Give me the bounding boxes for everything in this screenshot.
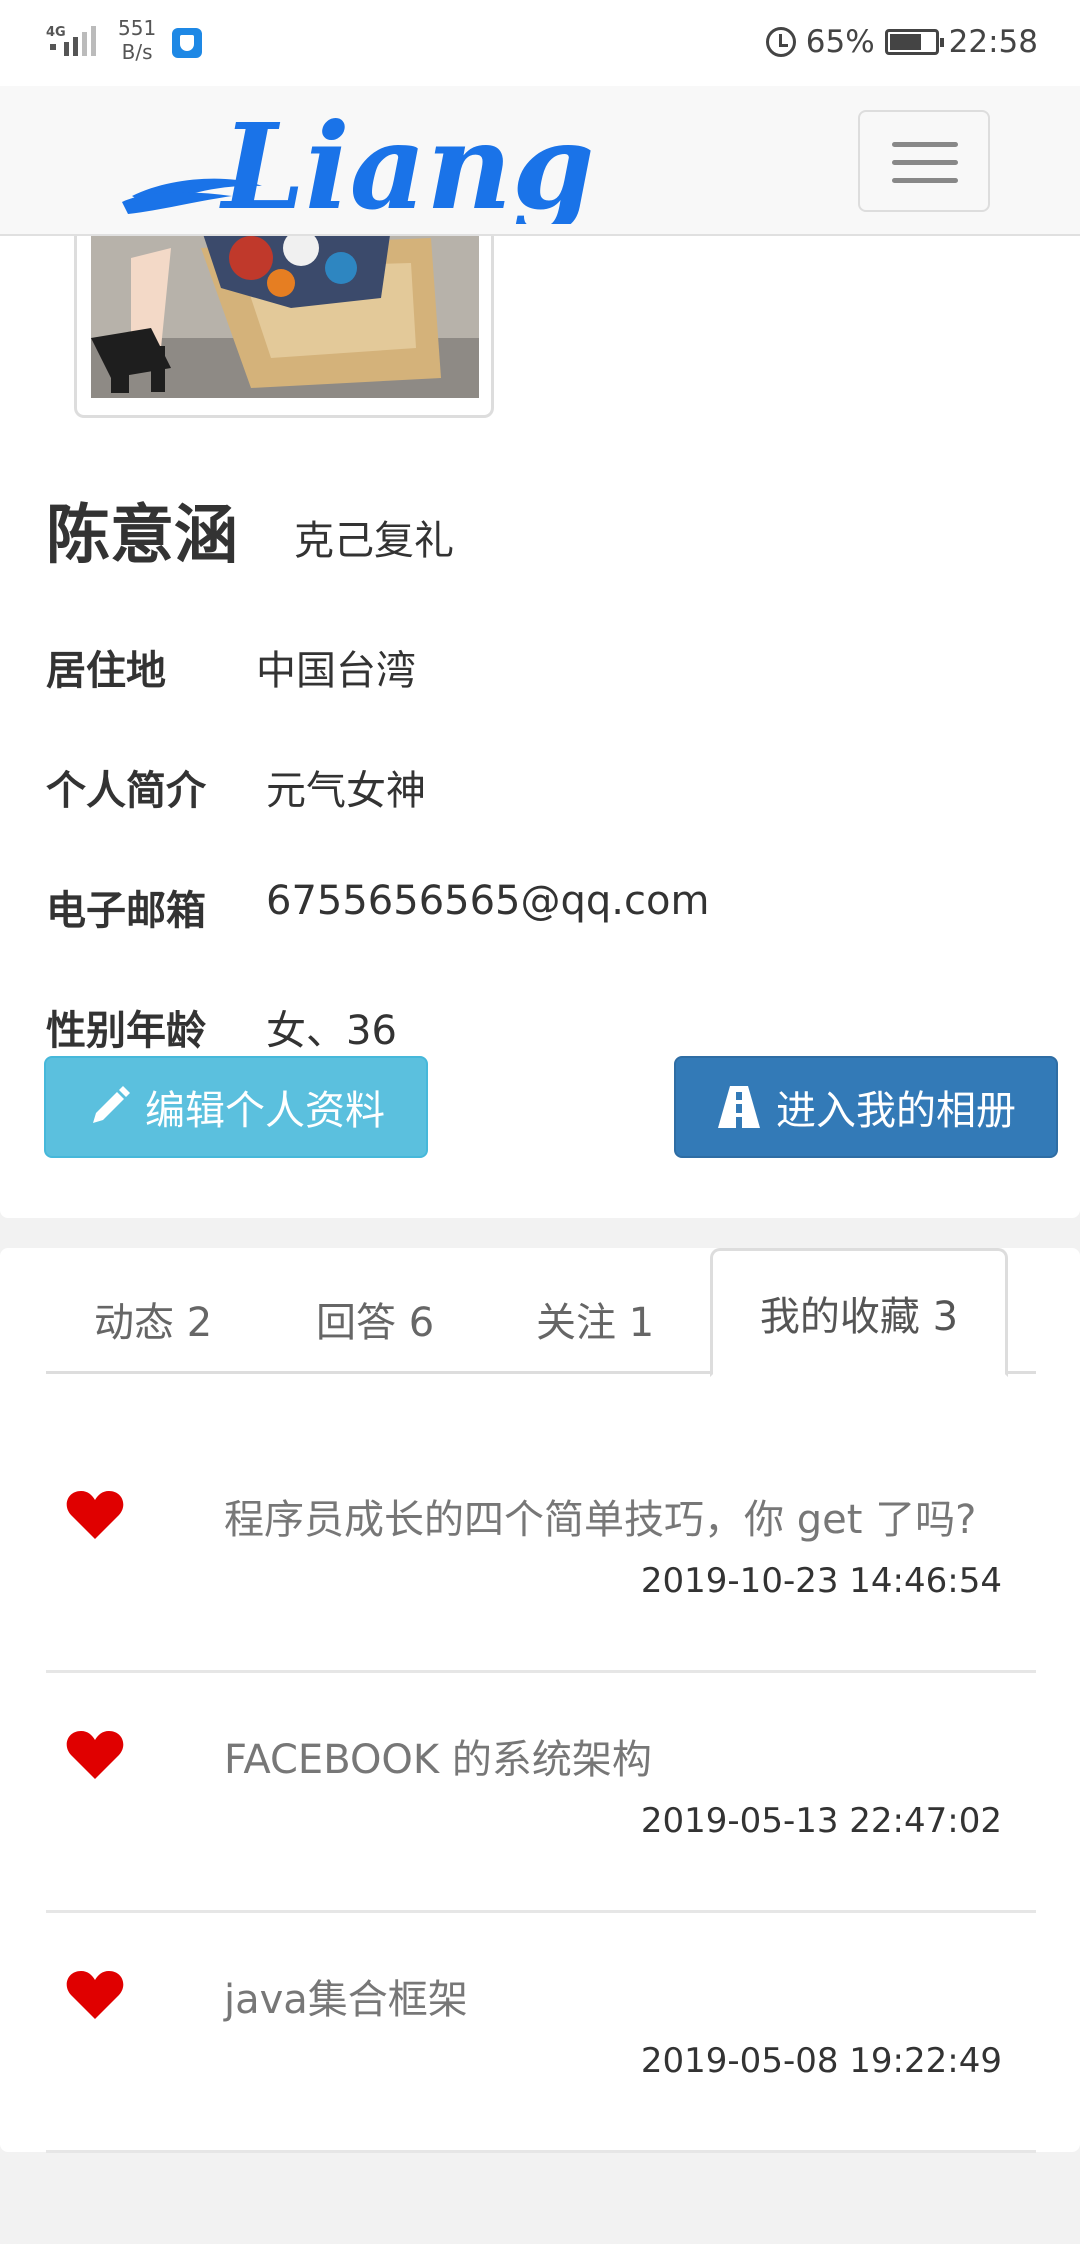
gender-age-label: 性别年龄 bbox=[46, 1008, 206, 1054]
battery-percent: 65% bbox=[805, 24, 875, 60]
favorite-title[interactable]: java集合框架 bbox=[224, 1967, 468, 2025]
favorite-time: 2019-05-08 19:22:49 bbox=[640, 2041, 1002, 2081]
favorite-title[interactable]: 程序员成长的四个简单技巧，你 get 了吗? bbox=[224, 1487, 976, 1545]
residence-label: 居住地 bbox=[46, 648, 166, 694]
tab-following[interactable]: 关注 1 bbox=[536, 1290, 654, 1348]
battery-icon bbox=[884, 29, 944, 55]
favorite-time: 2019-05-13 22:47:02 bbox=[640, 1801, 1002, 1841]
svg-text:4G: 4G bbox=[46, 25, 66, 40]
tab-answers[interactable]: 回答 6 bbox=[316, 1290, 434, 1348]
net-speed: 551 B/s bbox=[118, 16, 157, 64]
favorite-item[interactable]: java集合框架 2019-05-08 19:22:49 bbox=[46, 1913, 1036, 2153]
shield-icon bbox=[172, 28, 202, 58]
menu-toggle-button[interactable] bbox=[858, 110, 990, 212]
bio-label: 个人简介 bbox=[46, 768, 206, 814]
avatar[interactable] bbox=[74, 228, 494, 418]
enter-album-button[interactable]: 进入我的相册 bbox=[674, 1056, 1058, 1158]
favorite-item[interactable]: 程序员成长的四个简单技巧，你 get 了吗? 2019-10-23 14:46:… bbox=[46, 1433, 1036, 1673]
activity-tabs-card: 动态 2 回答 6 关注 1 我的收藏 3 程序员成长的四个简单技巧，你 get… bbox=[0, 1248, 1080, 2153]
heart-icon bbox=[66, 1971, 124, 2019]
heart-icon bbox=[66, 1491, 124, 1539]
email-value: 6755656565@qq.com bbox=[266, 878, 710, 924]
residence-value: 中国台湾 bbox=[256, 648, 416, 694]
tab-favorites[interactable]: 我的收藏 3 bbox=[710, 1248, 1008, 1377]
clock: 22:58 bbox=[948, 24, 1038, 60]
bio-value: 元气女神 bbox=[266, 768, 426, 814]
favorite-item[interactable]: FACEBOOK 的系统架构 2019-05-13 22:47:02 bbox=[46, 1673, 1036, 1913]
pencil-icon bbox=[93, 1086, 130, 1123]
navbar: Liang bbox=[0, 86, 1080, 236]
favorite-time: 2019-10-23 14:46:54 bbox=[640, 1561, 1002, 1601]
edit-profile-label: 编辑个人资料 bbox=[145, 1088, 385, 1134]
edit-profile-button[interactable]: 编辑个人资料 bbox=[44, 1056, 428, 1158]
tab-bar: 动态 2 回答 6 关注 1 我的收藏 3 bbox=[46, 1248, 1036, 1377]
hamburger-menu-icon bbox=[892, 142, 958, 147]
road-icon bbox=[718, 1086, 760, 1128]
profile-motto: 克己复礼 bbox=[294, 518, 454, 564]
signal-icon: 4G bbox=[46, 25, 96, 56]
gender-age-value: 女、36 bbox=[266, 1008, 397, 1054]
alarm-icon bbox=[765, 27, 796, 57]
heart-icon bbox=[66, 1731, 124, 1779]
logo-text: Liang bbox=[219, 104, 595, 224]
enter-album-label: 进入我的相册 bbox=[776, 1088, 1016, 1134]
logo[interactable]: Liang bbox=[112, 104, 664, 224]
avatar-photo bbox=[91, 228, 479, 398]
profile-name: 陈意涵 bbox=[46, 499, 238, 573]
tab-activity[interactable]: 动态 2 bbox=[94, 1290, 212, 1348]
profile-card: 陈意涵 克己复礼 居住地 中国台湾 个人简介 元气女神 电子邮箱 6755656… bbox=[0, 228, 1080, 1218]
email-label: 电子邮箱 bbox=[46, 888, 206, 934]
favorite-title[interactable]: FACEBOOK 的系统架构 bbox=[224, 1727, 652, 1785]
status-bar: 4G 551 B/s 65% 22:58 bbox=[0, 0, 1080, 86]
